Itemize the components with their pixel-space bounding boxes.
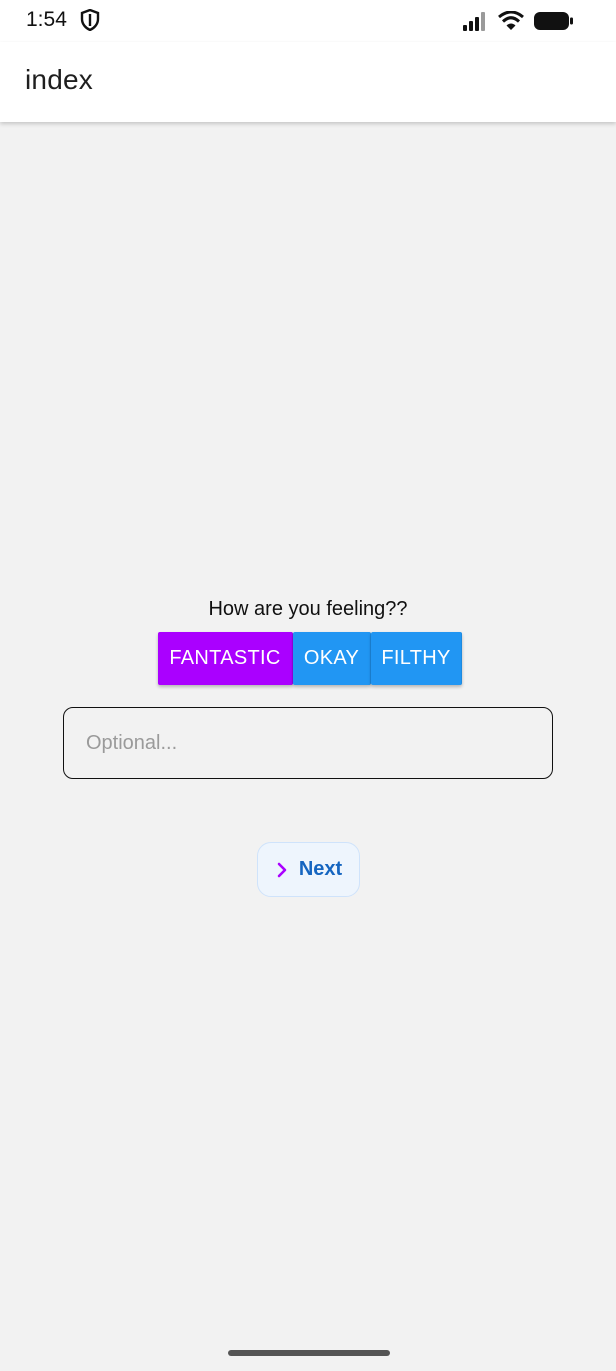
- next-button[interactable]: Next: [257, 842, 360, 897]
- home-indicator: [228, 1350, 390, 1356]
- feeling-question: How are you feeling??: [208, 598, 408, 620]
- choice-fantastic-button[interactable]: FANTASTIC: [158, 632, 293, 685]
- chevron-right-icon: [277, 862, 287, 877]
- app-bar: index: [0, 42, 616, 122]
- next-button-label: Next: [298, 858, 343, 880]
- battery-icon: [534, 12, 573, 30]
- status-icons: [462, 9, 574, 33]
- choice-okay-button[interactable]: OKAY: [293, 632, 371, 685]
- choice-filthy-button[interactable]: FILTHY: [371, 632, 462, 685]
- feeling-choice-group: FANTASTIC OKAY FILTHY: [158, 632, 462, 685]
- wifi-icon: [498, 11, 524, 30]
- status-bar: 1:54: [0, 0, 616, 42]
- status-time: 1:54: [26, 8, 67, 31]
- signal-icon: [463, 12, 485, 31]
- page-title: index: [25, 64, 93, 95]
- optional-note-input[interactable]: [63, 707, 553, 779]
- shield-icon: [80, 9, 100, 31]
